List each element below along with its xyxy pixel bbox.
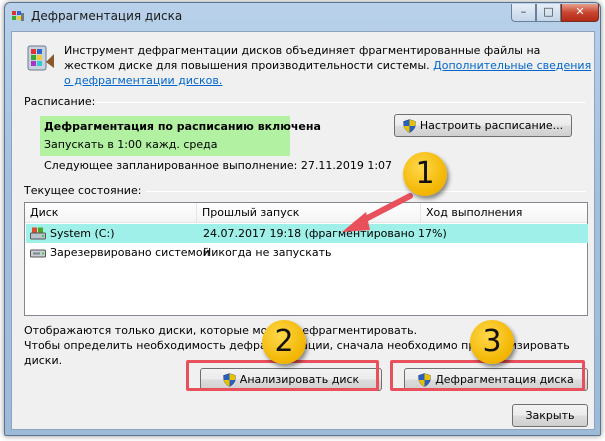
note-line-1: Отображаются только диски, которые можно… [24, 324, 418, 337]
annotation-badge-3: 3 [470, 320, 514, 364]
annotation-arrow-icon [342, 193, 413, 232]
annotation-badge-2: 2 [262, 320, 306, 364]
maximize-button[interactable]: □ [536, 4, 561, 22]
disk-row-reserved[interactable]: Зарезервировано системой Никогда не запу… [26, 243, 588, 262]
schedule-run-text: Запускать в 1:00 кажд. среда [44, 138, 218, 151]
disk-row-system[interactable]: System (C:) 24.07.2017 19:18 (фрагментир… [26, 224, 588, 243]
disk-name: System (C:) [50, 227, 115, 240]
close-window-button[interactable]: ✕ [561, 4, 599, 22]
reserved-drive-icon [30, 249, 46, 258]
window-title: Дефрагментация диска [31, 9, 183, 23]
column-header-progress[interactable]: Ход выполнения [421, 203, 589, 223]
defrag-icon [27, 45, 54, 71]
defrag-highlight-frame [390, 360, 585, 391]
disk-list-header: Диск Прошлый запуск Ход выполнения [25, 203, 587, 223]
configure-schedule-button[interactable]: Настроить расписание... [394, 114, 572, 137]
close-button-label: Закрыть [525, 409, 575, 422]
column-header-disk[interactable]: Диск [25, 203, 197, 223]
title-bar[interactable]: Дефрагментация диска – □ ✕ [5, 3, 600, 31]
configure-schedule-label: Настроить расписание... [419, 119, 564, 132]
intro-text: Инструмент дефрагментации дисков объедин… [64, 43, 592, 88]
minimize-button[interactable]: – [511, 4, 536, 22]
disk-name: Зарезервировано системой [50, 246, 210, 259]
defrag-app-icon [12, 11, 24, 21]
disk-last-run: Никогда не запускать [203, 246, 332, 259]
uac-shield-icon [403, 118, 416, 133]
schedule-label: Расписание: [24, 95, 96, 108]
schedule-divider [96, 102, 586, 103]
schedule-status: Дефрагментация по расписанию включена [44, 120, 321, 133]
close-button[interactable]: Закрыть [512, 404, 588, 427]
analyze-highlight-frame [186, 360, 379, 391]
annotation-badge-1: 1 [403, 152, 447, 196]
disk-list[interactable]: Диск Прошлый запуск Ход выполнения Syste… [24, 202, 588, 316]
system-drive-icon [30, 227, 46, 240]
current-status-label: Текущее состояние: [24, 184, 142, 197]
next-run-text: Следующее запланированное выполнение: 27… [44, 159, 393, 172]
